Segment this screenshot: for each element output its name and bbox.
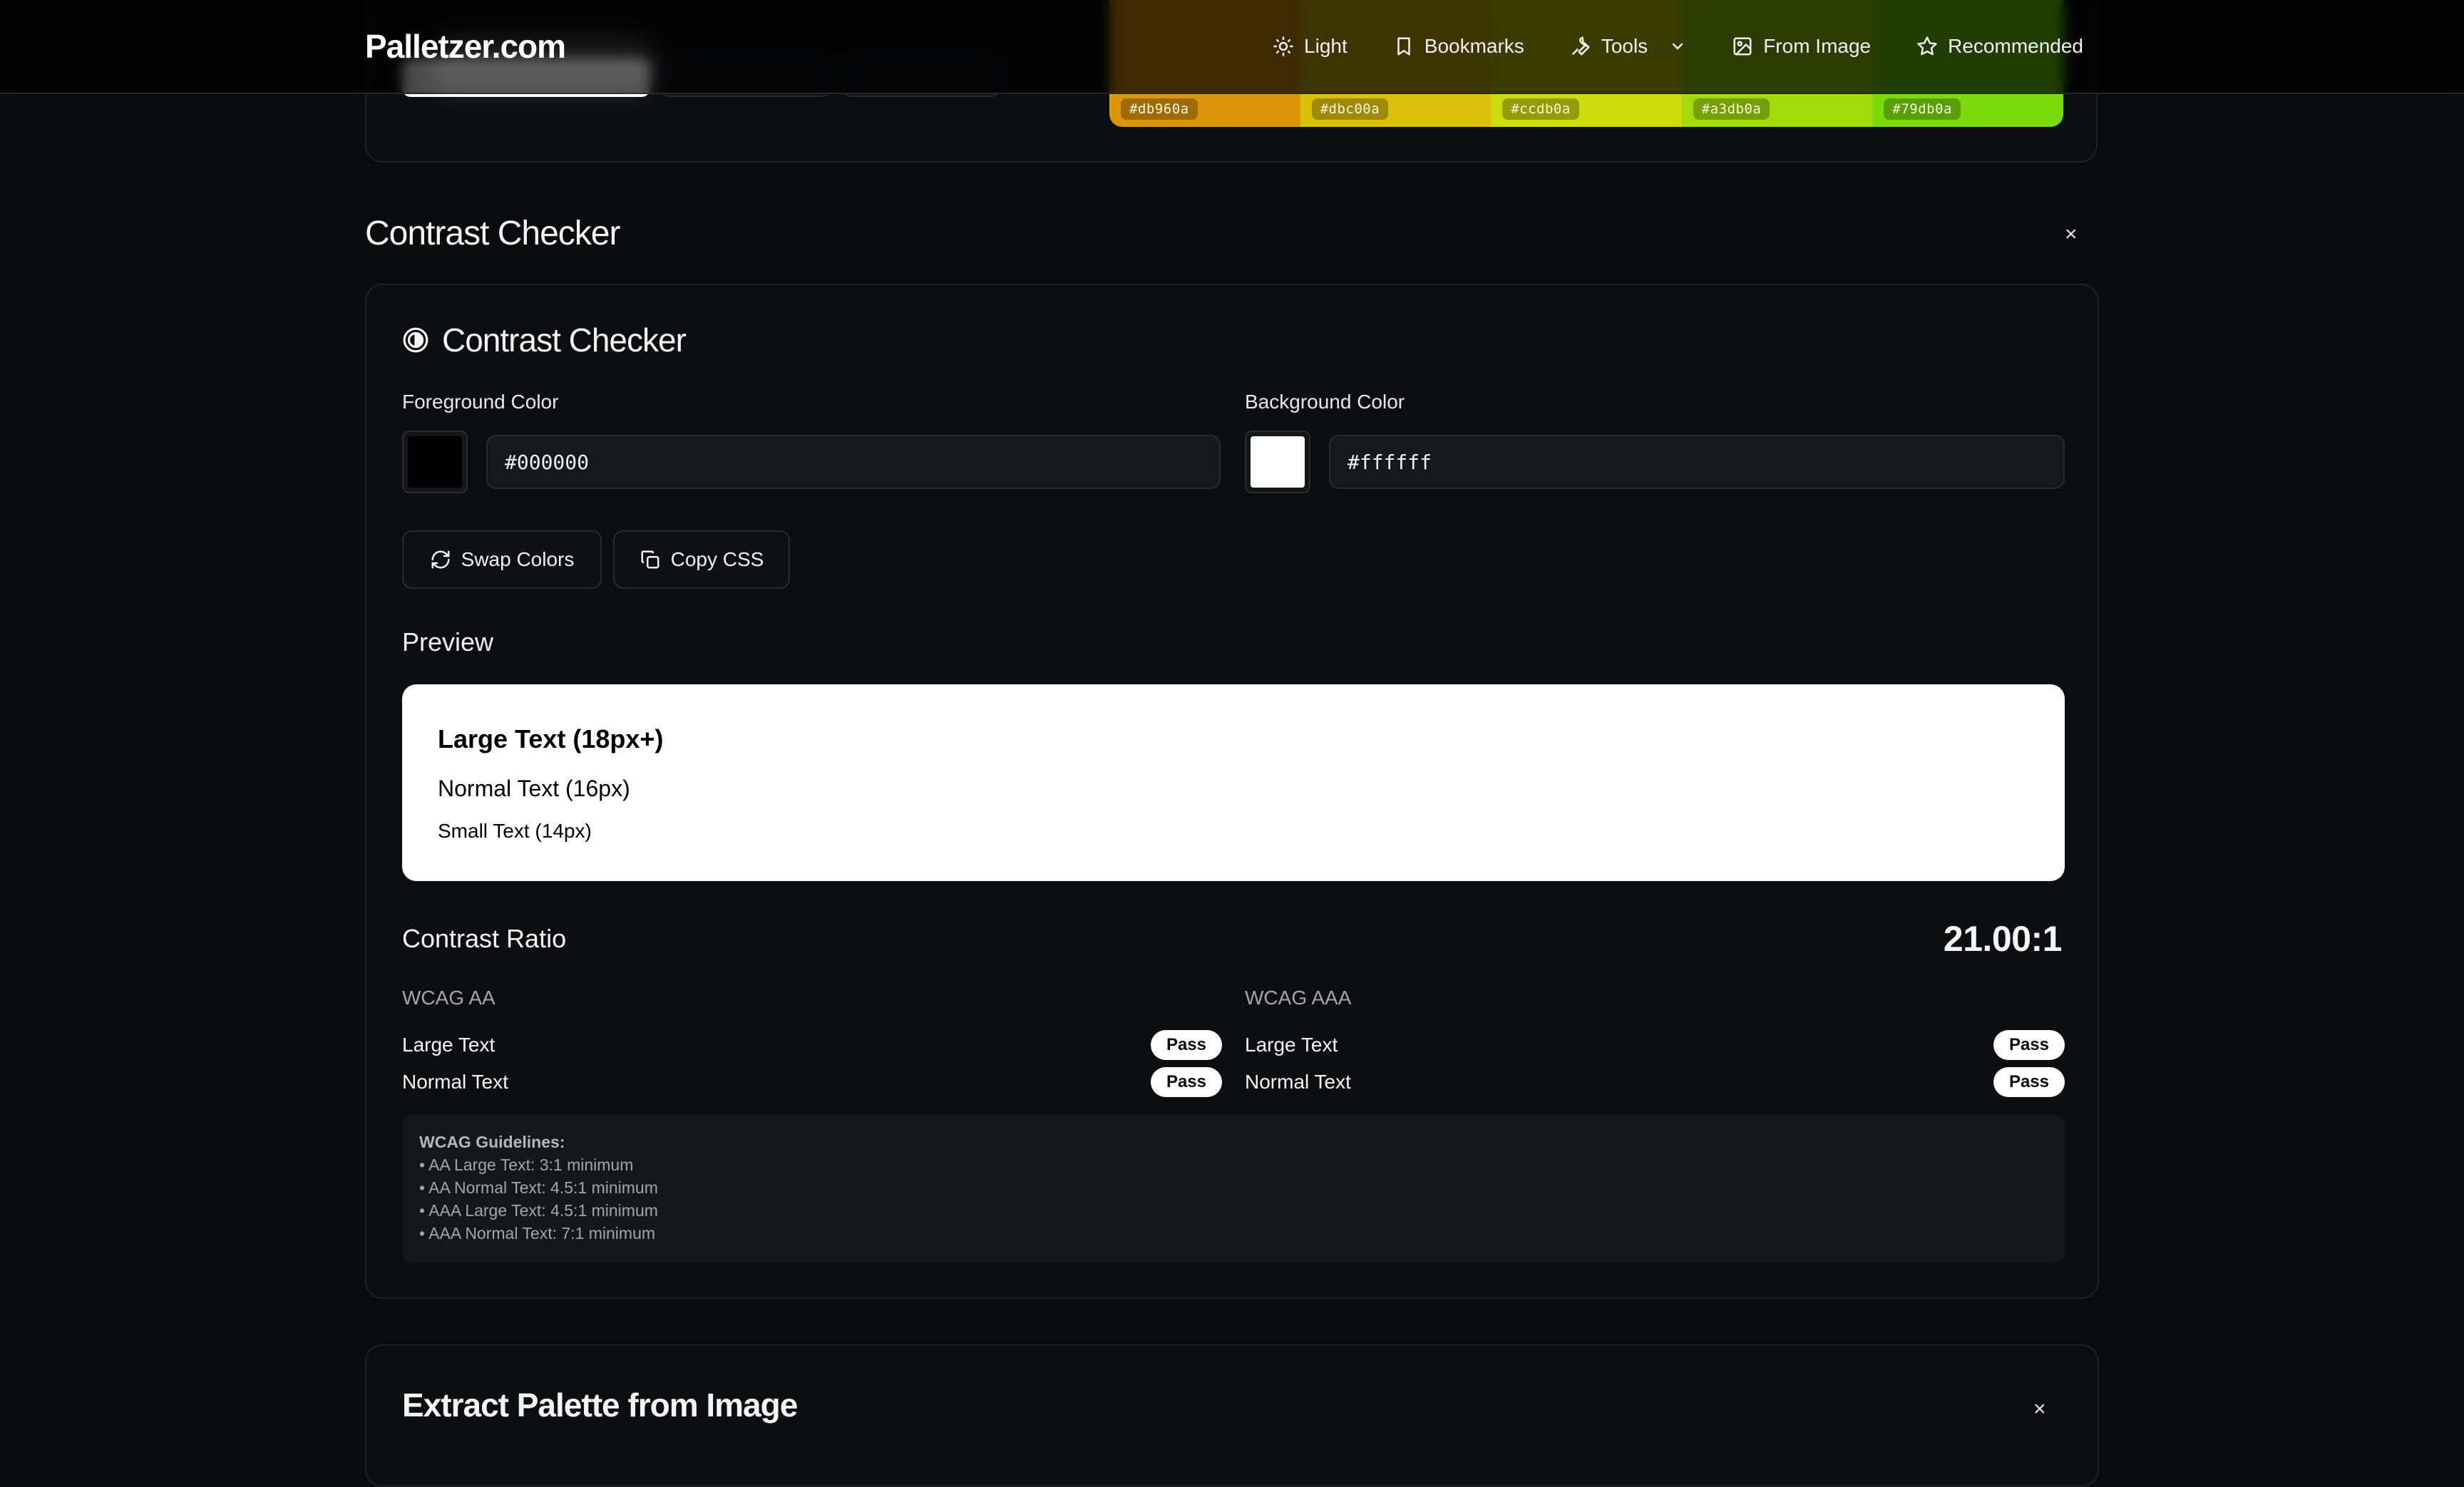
status-badge: Pass bbox=[1993, 1030, 2065, 1060]
wcag-row-label: Large Text bbox=[1245, 1034, 1338, 1056]
chevron-down-icon bbox=[1672, 43, 1683, 50]
card-title-text: Contrast Checker bbox=[442, 321, 687, 359]
close-section-button[interactable]: × bbox=[2065, 222, 2078, 247]
foreground-swatch bbox=[408, 436, 462, 488]
status-badge: Pass bbox=[1150, 1030, 1222, 1060]
extract-palette-title: Extract Palette from Image bbox=[402, 1386, 798, 1424]
wcag-aaa-results: WCAG AAA Large Text Pass Normal Text Pas… bbox=[1245, 987, 2065, 1101]
background-color-picker[interactable] bbox=[1245, 431, 1310, 493]
section-title: Contrast Checker bbox=[365, 215, 620, 252]
wcag-row: Large Text Pass bbox=[402, 1027, 1222, 1064]
wcag-row: Normal Text Pass bbox=[402, 1064, 1222, 1101]
status-badge: Pass bbox=[1150, 1067, 1222, 1097]
swatch-hex-label: #db960a bbox=[1121, 98, 1198, 120]
wrench-icon bbox=[1571, 36, 1590, 56]
nav-bookmarks[interactable]: Bookmarks bbox=[1393, 35, 1524, 58]
guideline-item: • AAA Normal Text: 7:1 minimum bbox=[419, 1224, 656, 1242]
background-label: Background Color bbox=[1245, 391, 1405, 413]
copy-css-label: Copy CSS bbox=[670, 548, 764, 570]
nav-tools-dropdown[interactable]: Tools bbox=[1570, 35, 1686, 58]
background-swatch bbox=[1251, 436, 1305, 488]
nav-from-image[interactable]: From Image bbox=[1732, 35, 1871, 58]
extract-palette-card: Extract Palette from Image × bbox=[365, 1344, 2099, 1487]
nav-label: From Image bbox=[1763, 35, 1872, 57]
guideline-item: • AAA Large Text: 4.5:1 minimum bbox=[419, 1201, 658, 1220]
preview-normal-text: Normal Text (16px) bbox=[438, 776, 630, 801]
nav-label: Recommended bbox=[1948, 35, 2083, 57]
close-extract-button[interactable]: × bbox=[2033, 1397, 2046, 1421]
card-title: Contrast Checker bbox=[402, 321, 687, 359]
refresh-icon bbox=[431, 550, 450, 569]
nav-label: Light bbox=[1304, 35, 1348, 57]
wcag-row-label: Large Text bbox=[402, 1034, 496, 1056]
background-hex-input[interactable] bbox=[1329, 435, 2065, 489]
preview-heading: Preview bbox=[402, 627, 494, 657]
contrast-ratio-label: Contrast Ratio bbox=[402, 924, 567, 953]
copy-css-button[interactable]: Copy CSS bbox=[613, 530, 790, 589]
guidelines-title: WCAG Guidelines: bbox=[419, 1133, 565, 1151]
preview-small-text: Small Text (14px) bbox=[438, 820, 592, 842]
wcag-row: Normal Text Pass bbox=[1245, 1064, 2065, 1101]
wcag-row: Large Text Pass bbox=[1245, 1027, 2065, 1064]
nav-label: Tools bbox=[1601, 35, 1648, 57]
foreground-hex-input[interactable] bbox=[486, 435, 1221, 489]
nav-label: Bookmarks bbox=[1424, 35, 1524, 57]
contrast-ratio-value: 21.00:1 bbox=[1943, 919, 2063, 959]
swap-colors-label: Swap Colors bbox=[461, 548, 575, 570]
contrast-icon bbox=[403, 327, 428, 353]
status-badge: Pass bbox=[1993, 1067, 2065, 1097]
swatch-hex-label: #dbc00a bbox=[1311, 98, 1389, 120]
swatch-hex-label: #a3db0a bbox=[1693, 98, 1770, 120]
wcag-guidelines: WCAG Guidelines: • AA Large Text: 3:1 mi… bbox=[402, 1115, 2065, 1263]
nav-light-toggle[interactable]: Light bbox=[1273, 35, 1348, 58]
nav-recommended[interactable]: Recommended bbox=[1916, 35, 2083, 58]
wcag-row-label: Normal Text bbox=[1245, 1071, 1351, 1093]
guideline-item: • AA Large Text: 3:1 minimum bbox=[419, 1156, 634, 1174]
contrast-checker-card: Contrast Checker Foreground Color Backgr… bbox=[365, 284, 2099, 1299]
sun-icon bbox=[1273, 36, 1293, 56]
wcag-aa-results: WCAG AA Large Text Pass Normal Text Pass bbox=[402, 987, 1222, 1101]
guideline-item: • AA Normal Text: 4.5:1 minimum bbox=[419, 1178, 658, 1197]
wcag-row-label: Normal Text bbox=[402, 1071, 508, 1093]
foreground-color-picker[interactable] bbox=[402, 431, 468, 493]
bookmark-icon bbox=[1397, 37, 1410, 56]
image-icon bbox=[1733, 37, 1752, 56]
preview-panel: Large Text (18px+) Normal Text (16px) Sm… bbox=[402, 684, 2065, 881]
swatch-hex-label: #ccdb0a bbox=[1502, 98, 1579, 120]
copy-icon bbox=[641, 550, 659, 569]
star-icon bbox=[1917, 36, 1937, 56]
main-nav: Light Bookmarks Tools From Image Recomme… bbox=[1273, 0, 2083, 93]
foreground-label: Foreground Color bbox=[402, 391, 559, 413]
top-navbar: Palletzer.com Light Bookmarks Tools From… bbox=[0, 0, 2464, 94]
preview-large-text: Large Text (18px+) bbox=[438, 724, 664, 753]
wcag-aaa-title: WCAG AAA bbox=[1245, 987, 1352, 1009]
swatch-hex-label: #79db0a bbox=[1884, 98, 1961, 120]
swap-colors-button[interactable]: Swap Colors bbox=[402, 530, 602, 589]
wcag-aa-title: WCAG AA bbox=[402, 987, 496, 1009]
brand-logo[interactable]: Palletzer.com bbox=[365, 27, 566, 66]
